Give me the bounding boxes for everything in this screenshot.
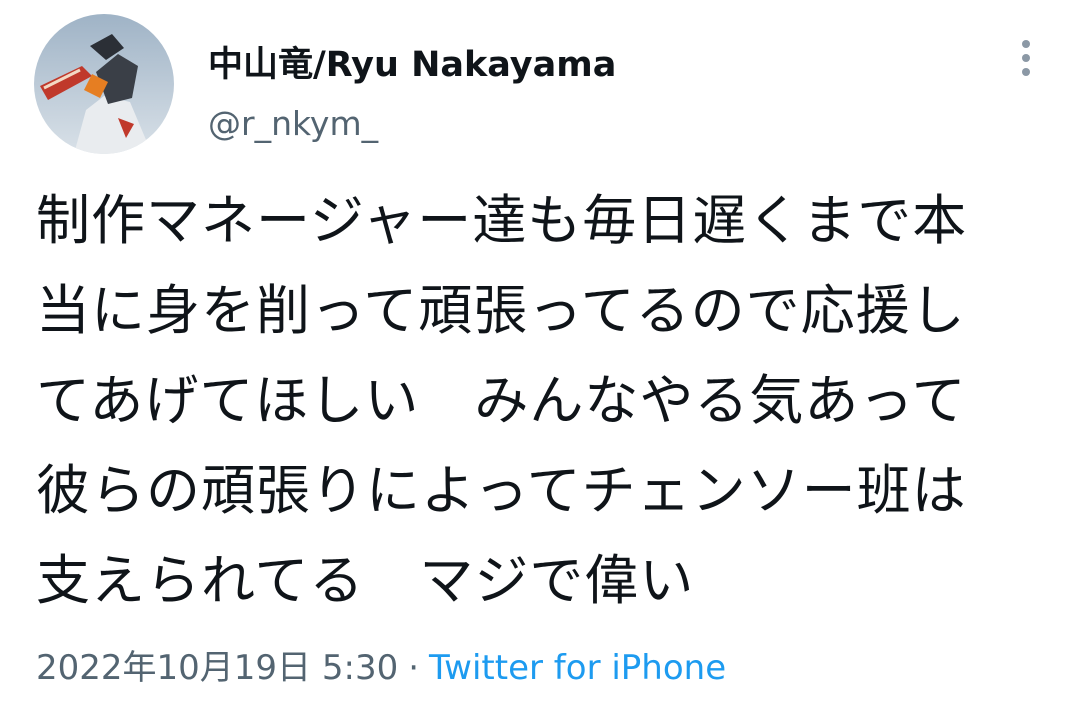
tweet-timestamp[interactable]: 2022年10月19日 5:30 [36,648,398,688]
tweet-text-line: てあげてほしい みんなやる気あって [36,369,967,432]
more-dot [1022,68,1030,76]
meta-separator: · [408,648,420,688]
avatar-image [34,14,174,154]
more-vertical-icon[interactable] [1008,36,1044,80]
username-handle[interactable]: @r_nkym_ [208,104,378,143]
tweet-source-link[interactable]: Twitter for iPhone [429,648,726,688]
avatar[interactable] [34,14,174,154]
display-name[interactable]: 中山竜/Ryu Nakayama [208,36,616,87]
tweet-text-line: 支えられてる マジで偉い [36,549,695,612]
tweet: 中山竜/Ryu Nakayama @r_nkym_ 制作マネージャー達も毎日遅く… [0,0,1080,703]
more-dot [1022,40,1030,48]
tweet-meta: 2022年10月19日 5:30 · Twitter for iPhone [36,640,726,689]
tweet-text: 制作マネージャー達も毎日遅くまで本 当に身を削って頑張ってるので応援し てあげて… [36,176,1056,626]
tweet-text-line: 彼らの頑張りによってチェンソー班は [36,459,967,522]
tweet-text-line: 当に身を削って頑張ってるので応援し [36,279,966,342]
tweet-text-line: 制作マネージャー達も毎日遅くまで本 [36,189,968,252]
more-dot [1022,54,1030,62]
